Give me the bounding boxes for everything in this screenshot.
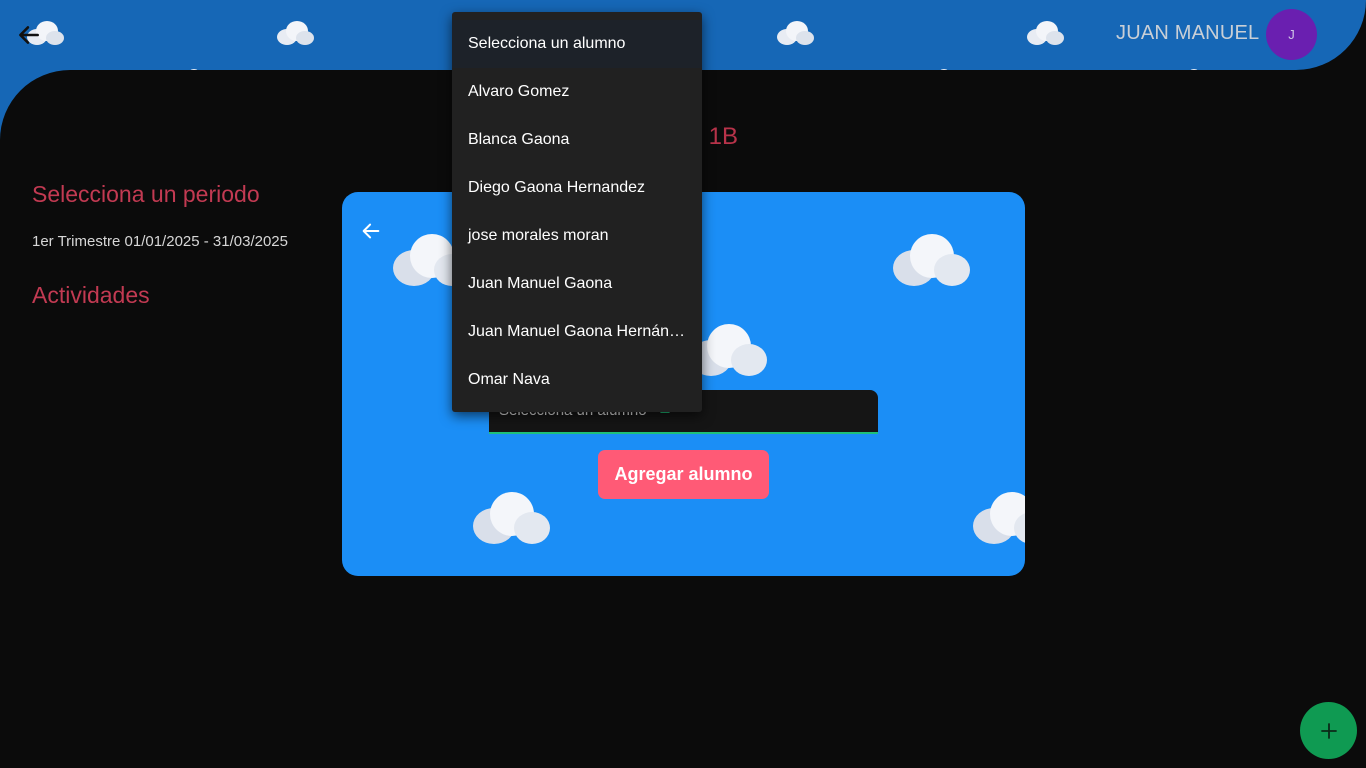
cloud-icon (973, 492, 1025, 544)
avatar[interactable]: J (1266, 9, 1317, 60)
dropdown-option[interactable]: Alvaro Gomez (452, 68, 702, 116)
dropdown-option[interactable]: jose morales moran (452, 212, 702, 260)
plus-icon (1320, 722, 1337, 739)
back-arrow-icon[interactable] (360, 220, 382, 242)
cloud-icon (893, 234, 970, 286)
activities-heading: Actividades (32, 282, 150, 308)
cloud-icon (1027, 21, 1064, 45)
dropdown-option[interactable]: Selecciona un alumno (452, 20, 702, 68)
add-student-button[interactable]: Agregar alumno (598, 450, 769, 499)
dropdown-option[interactable]: Diego Gaona Hernandez (452, 164, 702, 212)
cloud-icon (473, 492, 550, 544)
period-heading: Selecciona un periodo (32, 181, 260, 207)
add-fab-button[interactable] (1300, 702, 1357, 759)
dropdown-option[interactable]: Juan Manuel Gaona Hernández (452, 308, 702, 356)
back-arrow-icon[interactable] (16, 22, 42, 48)
dropdown-option[interactable]: Omar Nava (452, 356, 702, 404)
period-selector[interactable]: 1er Trimestre 01/01/2025 - 31/03/2025 (32, 233, 288, 250)
dropdown-option[interactable]: Juan Manuel Gaona (452, 260, 702, 308)
dropdown-option[interactable]: Blanca Gaona (452, 116, 702, 164)
student-select-menu: Selecciona un alumno Alvaro Gomez Blanca… (452, 12, 702, 412)
cloud-icon (777, 21, 814, 45)
cloud-icon (277, 21, 314, 45)
user-name: JUAN MANUEL (1116, 22, 1260, 44)
